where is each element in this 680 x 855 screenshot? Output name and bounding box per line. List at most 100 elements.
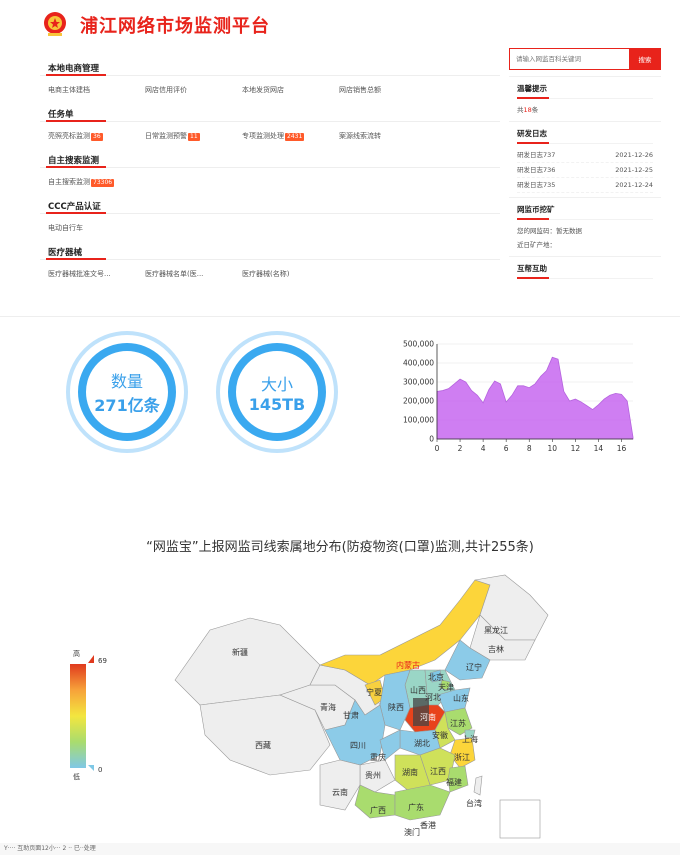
count-badge: 36 [91, 133, 103, 141]
legend-color-bar[interactable] [70, 664, 86, 768]
menu-link[interactable]: 专项监测处理 2431 [242, 131, 339, 141]
y-tick-label: 400,000 [403, 359, 434, 368]
mining-card: 网监币挖矿 您的网监码：暂无数据 近日矿产地： [509, 197, 661, 256]
province-yunnan[interactable] [319, 759, 361, 811]
devlog-entry[interactable]: 研发日志736 2021-12-25 [517, 163, 653, 178]
x-tick-label: 2 [458, 444, 463, 453]
menu-link-label: 医疗器械名单(医... [145, 270, 204, 278]
menu-link[interactable]: 亮照亮标监测 36 [48, 131, 145, 141]
province-label: 山东 [453, 693, 469, 703]
menu-link-label: 专项监测处理 [242, 132, 284, 140]
menu-link[interactable]: 日常监测预警 11 [145, 131, 242, 141]
menu-link-label: 电商主体建档 [48, 86, 90, 94]
province-label: 江苏 [450, 718, 466, 728]
menu-section: 任务单 亮照亮标监测 36 日常监测预警 11 专项监测处理 2431 案源线索流转 [40, 104, 500, 150]
devlog-entry[interactable]: 研发日志737 2021-12-26 [517, 148, 653, 163]
menu-link[interactable]: 电动自行车 [48, 223, 145, 233]
section-title: CCC产品认证 [48, 202, 101, 212]
province-label: 安徽 [432, 730, 448, 740]
province-label: 上海 [462, 734, 478, 744]
section-header: CCC产品认证 [40, 196, 500, 214]
province-label: 北京 [428, 672, 444, 682]
legend-max-value: 69 [98, 657, 107, 665]
province-label: 湖南 [402, 767, 418, 777]
province-label: 贵州 [365, 770, 381, 780]
devlog-card: 研发日志 研发日志737 2021-12-26 研发日志736 2021-12-25… [509, 121, 661, 197]
x-tick-label: 8 [527, 444, 532, 453]
stat-size-ring: 大小 145TB [216, 331, 338, 453]
search-button[interactable]: 搜索 [629, 48, 661, 70]
legend-high-label: 高 [73, 650, 80, 658]
province-label: 黑龙江 [484, 625, 508, 635]
x-tick-label: 0 [435, 444, 440, 453]
legend-low-label: 低 [73, 773, 80, 781]
section-header: 本地电商管理 [40, 58, 500, 76]
section-title: 任务单 [48, 110, 74, 120]
stat-label: 大小 [260, 374, 293, 394]
menu-link[interactable]: 案源线索流转 [339, 131, 436, 141]
area-chart: 0 100,000 200,000 300,000 400,000 500,000 0 2 4 6… [403, 340, 634, 453]
mutual-title[interactable]: 互帮互助 [517, 263, 653, 279]
south-sea-inset [499, 799, 541, 839]
x-tick-label: 12 [571, 444, 581, 453]
x-tick-label: 10 [548, 444, 558, 453]
province-label: 广东 [408, 802, 424, 812]
menu-link-label: 本地发货网店 [242, 86, 284, 94]
mining-title: 网监币挖矿 [517, 204, 653, 220]
section-header: 自主搜索监测 [40, 150, 500, 168]
count-badge: 11 [188, 133, 200, 141]
menu-link-label: 自主搜索监测 [48, 178, 90, 186]
province-label: 山西 [410, 685, 426, 695]
emblem-icon [44, 12, 66, 36]
section-header: 任务单 [40, 104, 500, 122]
province-label: 新疆 [232, 647, 248, 657]
menu-link[interactable]: 本地发货网店 [242, 85, 339, 95]
devlog-entry[interactable]: 研发日志735 2021-12-24 [517, 178, 653, 193]
legend-max-handle[interactable] [88, 655, 94, 663]
tips-card: 温馨提示 共 18 条 [509, 76, 661, 121]
province-label: 湖北 [414, 739, 430, 748]
province-label: 台湾 [466, 798, 482, 808]
menu-section: CCC产品认证电动自行车 [40, 196, 500, 242]
mining-place: 近日矿产地： [517, 241, 556, 249]
y-tick-label: 0 [429, 435, 434, 444]
province-label: 云南 [332, 787, 348, 797]
legend-min-handle[interactable] [88, 765, 94, 771]
mutual-card: 互帮互助 [509, 256, 661, 287]
menu-link-label: 医疗器械(名称) [242, 270, 290, 278]
x-tick-label: 16 [617, 444, 627, 453]
menu-link[interactable]: 自主搜索监测 73306 [48, 177, 145, 187]
section-items: 亮照亮标监测 36 日常监测预警 11 专项监测处理 2431 案源线索流转 [40, 122, 500, 150]
y-tick-label: 500,000 [403, 340, 434, 349]
province-label: 浙江 [454, 752, 470, 762]
tips-count[interactable]: 共 18 条 [517, 103, 653, 117]
y-tick-label: 100,000 [403, 416, 434, 425]
section-header: 医疗器械 [40, 242, 500, 260]
menu-link[interactable]: 网店信用评价 [145, 85, 242, 95]
province-label: 内蒙古 [396, 660, 420, 670]
menu-section: 本地电商管理电商主体建档 网店信用评价 本地发货网店 网店销售总额 [40, 58, 500, 104]
menu-link[interactable]: 医疗器械(名称) [242, 269, 339, 279]
count-badge: 73306 [91, 179, 115, 187]
x-tick-label: 6 [504, 444, 509, 453]
menu-link[interactable]: 网店销售总额 [339, 85, 436, 95]
y-tick-label: 300,000 [403, 378, 434, 387]
menu-link[interactable]: 医疗器械名单(医... [145, 269, 242, 279]
legend-min-value: 0 [98, 766, 103, 774]
devlog-title: 研发日志 [517, 128, 653, 144]
section-title: 医疗器械 [48, 248, 83, 258]
menu-link[interactable]: 电商主体建档 [48, 85, 145, 95]
province-taiwan[interactable] [473, 775, 483, 796]
menu-link-label: 亮照亮标监测 [48, 132, 90, 140]
search-input[interactable] [509, 48, 629, 70]
province-label: 重庆 [370, 752, 386, 762]
site-title: 浦江网络市场监测平台 [80, 16, 270, 37]
count-badge: 2431 [285, 133, 305, 141]
menu-link-label: 案源线索流转 [339, 132, 381, 140]
menu-section: 医疗器械医疗器械批准文号... 医疗器械名单(医... 医疗器械(名称) [40, 242, 500, 288]
menu-link[interactable]: 医疗器械批准文号... [48, 269, 145, 279]
x-tick-label: 14 [594, 444, 604, 453]
province-label: 青海 [320, 702, 336, 712]
province-label: 四川 [350, 741, 366, 750]
china-map[interactable]: 新疆 西藏 青海 甘肃 内蒙古 宁夏 陕西 四川 重庆 云南 贵州 广西 广东 … [170, 570, 560, 840]
